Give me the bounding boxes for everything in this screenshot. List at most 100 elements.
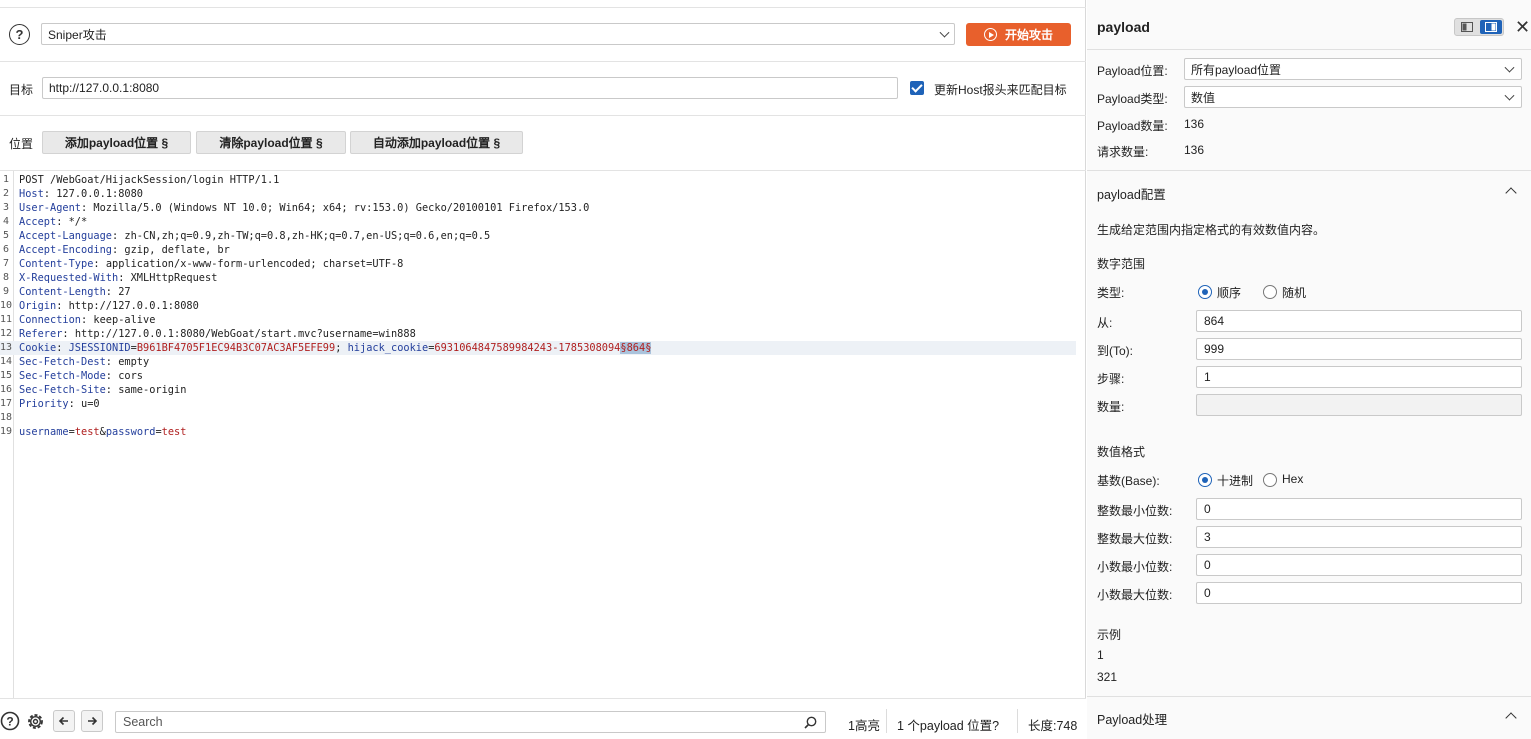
decimal-radio[interactable] [1198, 473, 1212, 487]
sequential-radio[interactable] [1198, 285, 1212, 299]
int-min-digits-label: 整数最小位数: [1097, 504, 1173, 518]
update-host-checkbox[interactable] [910, 81, 924, 95]
line-number: 3 [2, 202, 9, 213]
header-name: Content-Length [19, 286, 106, 298]
line-code: username=test&password=test [19, 426, 187, 438]
sequential-label: 顺序 [1217, 286, 1242, 300]
auto-add-payload-position-button[interactable]: 自动添加payload位置 § [350, 131, 523, 154]
chevron-up-icon[interactable] [1505, 187, 1517, 199]
clear-payload-position-button[interactable]: 清除payload位置 § [196, 131, 346, 154]
chevron-down-icon [939, 27, 950, 38]
layout-horizontal-icon[interactable] [1457, 21, 1477, 33]
header-value: cors [118, 370, 144, 382]
header-name: Sec-Fetch-Dest [19, 356, 106, 368]
frac-min-digits-input[interactable]: 0 [1196, 554, 1522, 576]
line-code: POST /WebGoat/HijackSession/login HTTP/1… [19, 173, 279, 187]
line-code: Origin: http://127.0.0.1:8080 [19, 300, 199, 312]
highlight-count: 1高亮 [848, 719, 880, 733]
step-input[interactable]: 1 [1196, 366, 1522, 388]
line-code: Content-Type: application/x-www-form-url… [19, 258, 404, 270]
quantity-input[interactable] [1196, 394, 1522, 416]
line-number: 7 [2, 258, 9, 269]
header-name: Connection [19, 314, 81, 326]
line-number: 1 [2, 174, 9, 185]
cookie-key: JSESSIONID [68, 342, 131, 354]
param-key: password [105, 426, 156, 438]
payload-type-select[interactable]: 数值 [1184, 86, 1522, 108]
int-min-digits-input[interactable]: 0 [1196, 498, 1522, 520]
to-value: 999 [1204, 342, 1225, 356]
svg-text:?: ? [6, 715, 13, 729]
header-value: */* [68, 216, 88, 228]
bottom-toolbar: ? Search 1高亮 1 个payload 位置? 长度:748 [0, 698, 1086, 739]
add-payload-position-button[interactable]: 添加payload位置 § [42, 131, 191, 154]
divider [1087, 696, 1531, 697]
frac-max-digits-value: 0 [1204, 586, 1211, 600]
number-range-title: 数字范围 [1097, 257, 1146, 271]
editor-line: 4 Accept: */* [0, 215, 1076, 229]
back-arrow-icon[interactable] [53, 710, 75, 732]
quantity-label: 数量: [1097, 400, 1125, 414]
request-editor[interactable]: 1 POST /WebGoat/HijackSession/login HTTP/… [0, 170, 1086, 699]
request-count-value: 136 [1184, 143, 1205, 157]
line-number: 15 [0, 370, 13, 381]
payload-processing-header[interactable]: Payload处理 [1097, 709, 1167, 728]
target-url-input[interactable]: http://127.0.0.1:8080 [42, 77, 898, 99]
line-number: 12 [0, 328, 13, 339]
chevron-up-icon[interactable] [1505, 712, 1517, 724]
editor-line: 9 Content-Length: 27 [0, 285, 1076, 299]
gear-icon[interactable] [25, 711, 46, 732]
line-code: User-Agent: Mozilla/5.0 (Windows NT 10.0… [19, 202, 590, 214]
line-code: Referer: http://127.0.0.1:8080/WebGoat/s… [19, 328, 416, 340]
layout-vertical-icon[interactable] [1480, 20, 1502, 34]
payload-config-header[interactable]: payload配置 [1097, 184, 1166, 203]
header-value: http://127.0.0.1:8080 [68, 300, 199, 312]
frac-max-digits-input[interactable]: 0 [1196, 582, 1522, 604]
header-name: Referer [19, 328, 63, 340]
payload-position-label: Payload位置: [1097, 64, 1168, 78]
line-number: 4 [2, 216, 9, 227]
panel-title: payload [1097, 19, 1150, 35]
header-name: Host [19, 188, 44, 200]
param-value: test [74, 426, 100, 438]
line-code: Sec-Fetch-Dest: empty [19, 356, 150, 368]
attack-type-select[interactable]: Sniper攻击 [41, 23, 955, 45]
close-icon[interactable]: ✕ [1515, 17, 1530, 38]
header-value: application/x-www-form-urlencoded; chars… [105, 258, 404, 270]
to-input[interactable]: 999 [1196, 338, 1522, 360]
search-icon[interactable] [804, 716, 817, 732]
line-code: Priority: u=0 [19, 398, 100, 410]
forward-arrow-icon[interactable] [81, 710, 103, 732]
line-code: Accept-Encoding: gzip, deflate, br [19, 244, 230, 256]
from-input[interactable]: 864 [1196, 310, 1522, 332]
header-name: Accept-Language [19, 230, 112, 242]
line-number: 19 [0, 426, 13, 437]
divider [1087, 170, 1531, 171]
param-key: username [19, 426, 69, 438]
help-icon[interactable]: ? [0, 711, 20, 731]
line-number: 5 [2, 230, 9, 241]
editor-line: 17 Priority: u=0 [0, 397, 1076, 411]
payload-position-select[interactable]: 所有payload位置 [1184, 58, 1522, 80]
hex-radio[interactable] [1263, 473, 1277, 487]
search-placeholder: Search [123, 715, 163, 729]
search-input[interactable]: Search [115, 711, 826, 733]
start-attack-button[interactable]: 开始攻击 [966, 23, 1071, 46]
header-value: 27 [118, 286, 131, 298]
int-max-digits-input[interactable]: 3 [1196, 526, 1522, 548]
editor-line: 5 Accept-Language: zh-CN,zh;q=0.9,zh-TW;q… [0, 229, 1076, 243]
help-icon[interactable]: ? [9, 24, 30, 45]
step-label: 步骤: [1097, 372, 1125, 386]
editor-line: 2 Host: 127.0.0.1:8080 [0, 187, 1076, 201]
line-number: 18 [0, 412, 13, 423]
random-radio[interactable] [1263, 285, 1277, 299]
example-value: 321 [1097, 670, 1118, 684]
payload-type-label: Payload类型: [1097, 92, 1168, 106]
intruder-positions-pane: ? Sniper攻击 开始攻击 目标 http://127.0.0.1:8080… [0, 0, 1086, 739]
layout-toggle[interactable] [1454, 18, 1504, 36]
int-min-digits-value: 0 [1204, 502, 1211, 516]
editor-line: 19 username=test&password=test [0, 425, 1076, 439]
line-number: 11 [0, 314, 13, 325]
divider [0, 115, 1086, 116]
line-code: Accept: */* [19, 216, 88, 228]
